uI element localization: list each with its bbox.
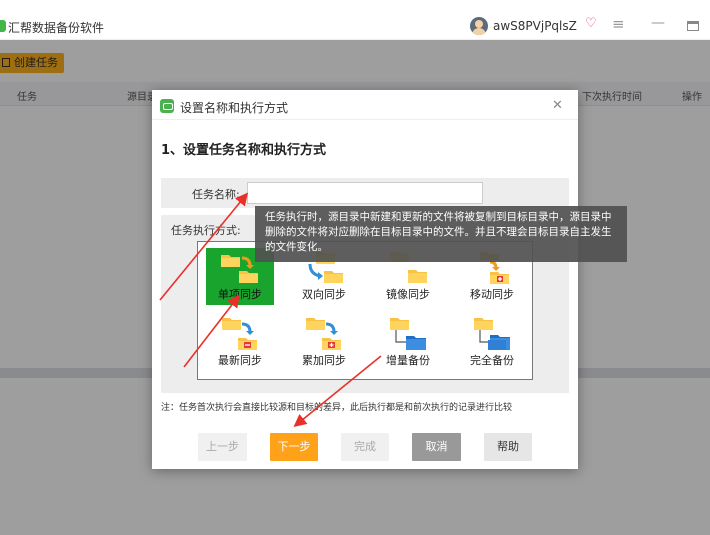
- maximize-icon[interactable]: [687, 21, 699, 31]
- mode-label: 双向同步: [302, 288, 346, 301]
- mode-label: 镜像同步: [386, 288, 430, 301]
- latest-sync-icon: [222, 318, 257, 350]
- mode-cumulative-sync[interactable]: 累加同步: [290, 314, 358, 371]
- user-avatar[interactable]: [470, 17, 488, 35]
- app-titlebar: 汇帮数据备份软件 awS8PVjPqlsZ ♡ ≡ —: [0, 0, 710, 40]
- next-step-button[interactable]: 下一步: [270, 433, 318, 461]
- cancel-button[interactable]: 取消: [412, 433, 461, 461]
- mode-full-backup[interactable]: 完全备份: [458, 314, 526, 371]
- menu-icon[interactable]: ≡: [612, 15, 625, 33]
- user-name[interactable]: awS8PVjPqlsZ: [493, 19, 577, 33]
- dialog-titlebar: 设置名称和执行方式 ✕: [152, 90, 578, 120]
- task-name-label: 任务名称:: [192, 188, 240, 201]
- finish-button[interactable]: 完成: [341, 433, 389, 461]
- app-title: 汇帮数据备份软件: [8, 21, 105, 35]
- app-icon: [160, 99, 174, 113]
- mode-tooltip: 任务执行时，源目录中新建和更新的文件将被复制到目标目录中，源目录中删除的文件将对…: [255, 206, 627, 262]
- execution-mode-label: 任务执行方式:: [171, 224, 241, 237]
- dialog-note: 注：任务首次执行会直接比较源和目标的差异，此后执行都是和前次执行的记录进行比较: [161, 403, 513, 413]
- vip-heart-icon[interactable]: ♡: [585, 16, 597, 31]
- app-logo-icon: [0, 20, 6, 32]
- prev-step-button[interactable]: 上一步: [198, 433, 247, 461]
- minimize-icon[interactable]: —: [651, 15, 665, 31]
- step-heading: 1、设置任务名称和执行方式: [161, 143, 327, 158]
- mode-label: 完全备份: [470, 354, 514, 367]
- mode-latest-sync[interactable]: 最新同步: [206, 314, 274, 371]
- task-settings-dialog: 设置名称和执行方式 ✕ 1、设置任务名称和执行方式 任务名称: 任务执行方式: …: [152, 90, 578, 469]
- dialog-title: 设置名称和执行方式: [180, 101, 289, 115]
- incremental-backup-icon: [390, 318, 426, 350]
- mode-incremental-backup[interactable]: 增量备份: [374, 314, 442, 371]
- mode-label: 移动同步: [470, 288, 514, 301]
- task-name-input[interactable]: [247, 182, 483, 204]
- mode-label: 累加同步: [302, 354, 346, 367]
- full-backup-icon: [474, 318, 510, 350]
- cumulative-sync-icon: [306, 318, 341, 350]
- mode-label: 单项同步: [218, 288, 262, 301]
- help-button[interactable]: 帮助: [484, 433, 532, 461]
- task-name-row: 任务名称:: [161, 178, 569, 208]
- mode-label: 增量备份: [386, 354, 430, 367]
- mode-label: 最新同步: [218, 354, 262, 367]
- close-icon[interactable]: ✕: [552, 98, 563, 113]
- one-way-sync-icon: [221, 255, 258, 283]
